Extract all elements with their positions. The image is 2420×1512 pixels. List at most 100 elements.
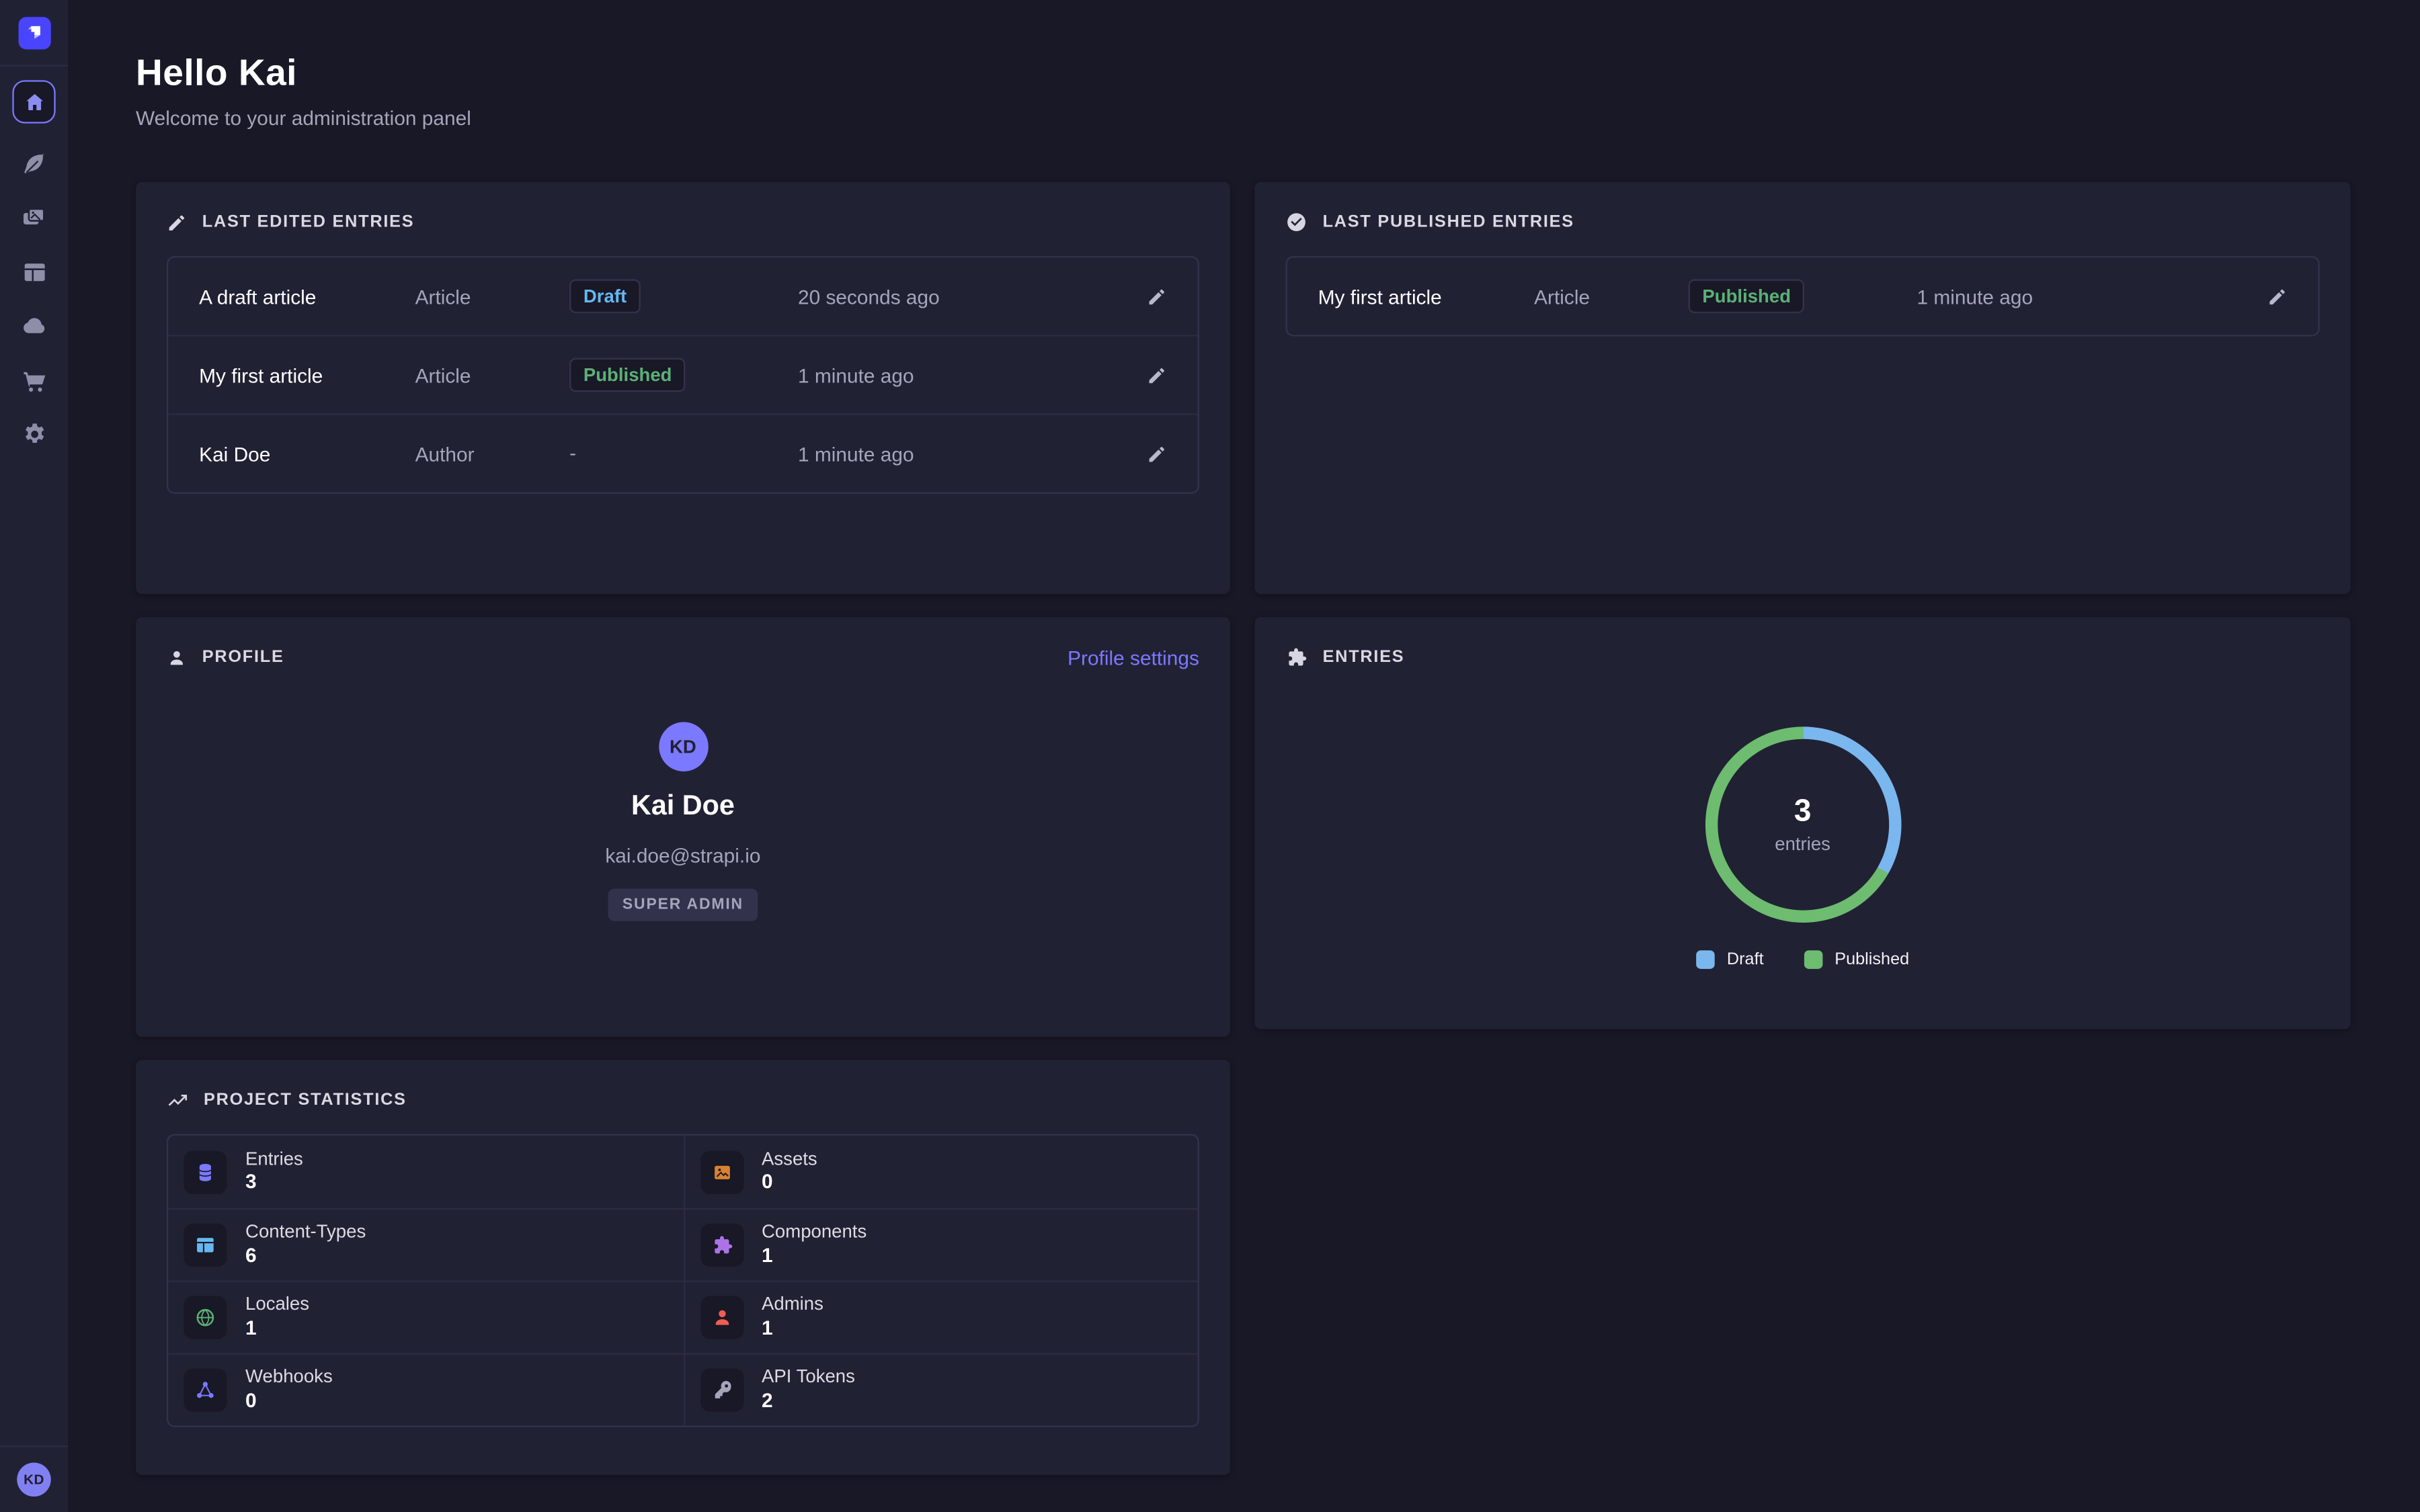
cloud-icon [20,312,48,339]
stat-entries: Entries 3 [168,1136,683,1208]
entry-name: My first article [199,364,415,386]
entry-type: Article [415,285,570,308]
strapi-logo-button[interactable] [17,16,50,48]
card-title: PROJECT STATISTICS [204,1091,407,1109]
entry-type: Author [415,442,570,465]
feather-icon [21,151,47,177]
main-content: Hello Kai Welcome to your administration… [68,0,2420,1512]
profile-card: PROFILE Profile settings KD Kai Doe kai.… [136,617,1230,1036]
cart-icon [21,366,47,392]
person-icon [167,647,187,667]
edit-entry-button[interactable] [2253,286,2288,306]
entry-status: Draft [569,280,798,314]
entry-status: - [569,439,798,467]
entry-status: Published [569,358,798,392]
entry-type: Article [1534,285,1689,308]
status-badge: Published [1689,280,1805,314]
profile-name: Kai Doe [631,790,735,823]
stat-content-types: Content-Types 6 [168,1208,683,1281]
check-circle-icon [1285,212,1307,233]
entries-body: 3 entries Draft Published [1285,691,2319,969]
strapi-logo-icon [23,22,44,43]
entry-time: 1 minute ago [798,442,1133,465]
stat-label: Locales [245,1294,309,1316]
user-avatar[interactable]: KD [17,1463,51,1497]
sidebar-item-marketplace[interactable] [12,366,55,393]
stat-value: 1 [762,1243,866,1269]
card-header: PROFILE Profile settings [167,645,1199,670]
layout-icon [21,259,47,285]
stat-value: 1 [762,1316,823,1342]
profile-email: kai.doe@strapi.io [605,844,760,867]
sidebar-item-media-library[interactable] [12,204,55,231]
media-icon [20,204,48,231]
stat-label: Webhooks [245,1366,333,1388]
profile-settings-link[interactable]: Profile settings [1067,646,1199,669]
status-empty: - [569,442,576,464]
layout-icon [184,1224,227,1267]
pencil-icon [167,212,187,233]
entry-name: Kai Doe [199,442,415,465]
puzzle-icon [1285,646,1307,668]
stat-api-tokens: API Tokens 2 [683,1353,1198,1426]
legend-item-draft: Draft [1696,950,1764,969]
last-edited-table: A draft article Article Draft 20 seconds… [167,256,1199,494]
entries-card: ENTRIES 3 entries Draft [1255,617,2351,1029]
status-badge: Draft [569,280,641,314]
table-row[interactable]: My first article Article Published 1 min… [168,335,1197,413]
key-icon [700,1368,743,1411]
stat-label: Content-Types [245,1221,366,1243]
sidebar-item-home[interactable] [12,80,55,123]
card-title: PROFILE [202,648,284,667]
draft-swatch [1696,950,1715,969]
entry-name: My first article [1318,285,1534,308]
home-icon [22,90,45,113]
globe-icon [184,1296,227,1339]
widget-grid: LAST EDITED ENTRIES A draft article Arti… [136,182,2351,1475]
entries-count: 3 [1775,796,1830,827]
table-row[interactable]: A draft article Article Draft 20 seconds… [168,257,1197,335]
entry-time: 1 minute ago [798,364,1133,386]
sidebar: KD [0,0,68,1512]
sidebar-item-deploy[interactable] [12,312,55,339]
entries-donut-chart: 3 entries [1705,726,1901,923]
stat-value: 0 [245,1388,333,1415]
pencil-icon [1147,444,1167,464]
entry-status: Published [1689,280,1917,314]
profile-body: KD Kai Doe kai.doe@strapi.io SUPER ADMIN [167,722,1199,921]
stat-webhooks: Webhooks 0 [168,1353,683,1426]
stat-label: API Tokens [762,1366,855,1388]
image-icon [700,1150,743,1193]
card-header: LAST EDITED ENTRIES [167,210,1199,235]
last-edited-entries-card: LAST EDITED ENTRIES A draft article Arti… [136,182,1230,594]
published-swatch [1804,950,1822,969]
last-published-table: My first article Article Published 1 min… [1285,256,2319,336]
stat-value: 0 [762,1170,817,1196]
stat-label: Admins [762,1294,823,1316]
page-title: Hello Kai [136,52,2351,95]
entries-unit: entries [1775,833,1830,854]
edit-entry-button[interactable] [1133,286,1167,306]
sidebar-item-content-manager[interactable] [12,150,55,177]
edit-entry-button[interactable] [1133,444,1167,464]
card-header: ENTRIES [1285,645,2319,670]
sidebar-item-content-type-builder[interactable] [12,257,55,285]
puzzle-icon [700,1224,743,1267]
stat-value: 2 [762,1388,855,1415]
stat-components: Components 1 [683,1208,1198,1281]
last-published-entries-card: LAST PUBLISHED ENTRIES My first article … [1255,182,2351,594]
card-title: ENTRIES [1323,648,1405,667]
table-row[interactable]: My first article Article Published 1 min… [1287,257,2318,335]
legend-label: Draft [1727,950,1764,969]
table-row[interactable]: Kai Doe Author - 1 minute ago [168,413,1197,492]
entry-type: Article [415,364,570,386]
legend-label: Published [1834,950,1909,969]
stat-admins: Admins 1 [683,1281,1198,1353]
stat-label: Assets [762,1148,817,1170]
stat-label: Components [762,1221,866,1243]
sidebar-nav [12,80,55,447]
sidebar-item-settings[interactable] [12,419,55,447]
edit-entry-button[interactable] [1133,365,1167,385]
page-subtitle: Welcome to your administration panel [136,106,2351,129]
stat-value: 6 [245,1243,366,1269]
